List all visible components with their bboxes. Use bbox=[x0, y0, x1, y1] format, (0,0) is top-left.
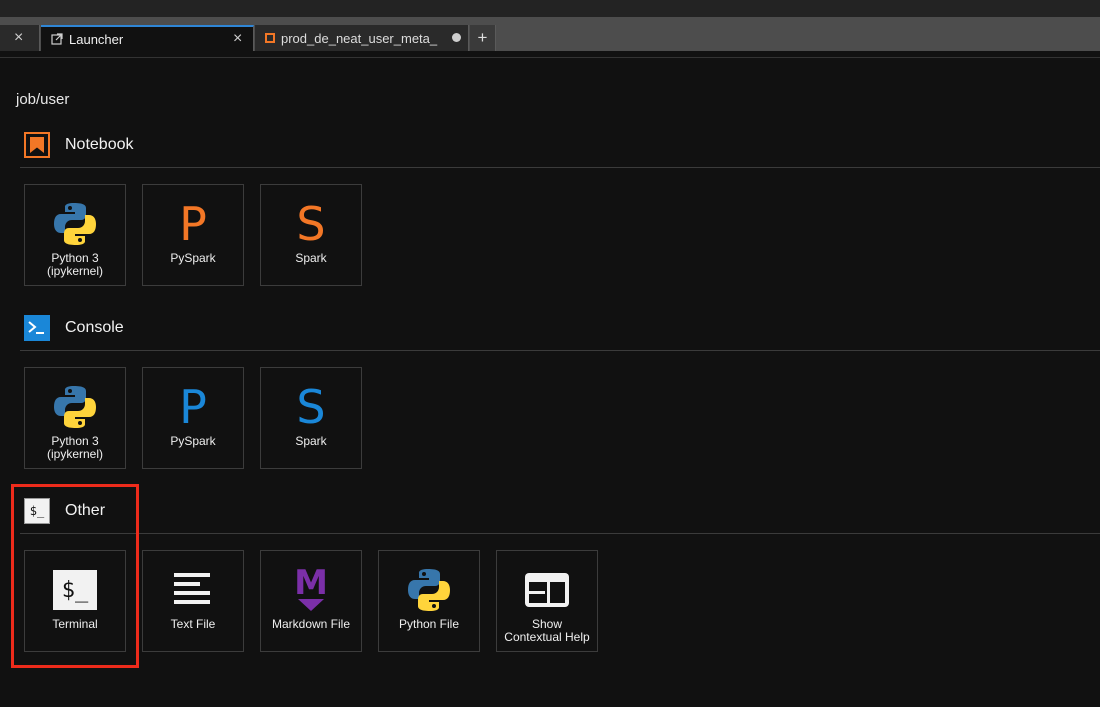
python-logo-icon bbox=[54, 203, 96, 245]
tab-notebook-label: prod_de_neat_user_meta_ bbox=[281, 30, 438, 46]
python-file-card[interactable]: Python File bbox=[378, 550, 480, 652]
tab-notebook[interactable]: prod_de_neat_user_meta_ bbox=[255, 25, 469, 51]
spark-console-icon: S bbox=[296, 380, 326, 434]
console-spark-card[interactable]: S Spark bbox=[260, 367, 362, 469]
section-console-title: Console bbox=[65, 319, 124, 336]
markdown-icon: M bbox=[294, 563, 328, 612]
section-divider bbox=[20, 167, 1100, 168]
card-label: Text File bbox=[170, 617, 216, 631]
section-console-header: Console bbox=[24, 315, 124, 341]
card-label: Spark bbox=[295, 434, 327, 448]
markdown-file-card[interactable]: M Markdown File bbox=[260, 550, 362, 652]
section-notebook-header: Notebook bbox=[24, 132, 134, 158]
markdown-icon-letter: M bbox=[294, 563, 328, 603]
card-label: Python 3 (ipykernel) bbox=[46, 251, 103, 278]
tab-bar-divider bbox=[0, 57, 1100, 58]
card-label: Spark bbox=[295, 251, 327, 265]
section-divider bbox=[20, 350, 1100, 351]
card-label: Python 3 (ipykernel) bbox=[46, 434, 103, 461]
external-launch-icon bbox=[51, 33, 63, 45]
pyspark-console-icon: P bbox=[179, 380, 207, 434]
text-file-card[interactable]: Text File bbox=[142, 550, 244, 652]
section-divider bbox=[20, 533, 1100, 534]
notebook-section-icon bbox=[24, 132, 50, 158]
notebook-pyspark-card[interactable]: P PySpark bbox=[142, 184, 244, 286]
unsaved-dot-icon[interactable] bbox=[452, 33, 461, 42]
python-logo-icon bbox=[408, 569, 450, 611]
contextual-help-icon bbox=[525, 573, 569, 607]
annotation-highlight-box bbox=[11, 484, 139, 668]
python-logo-icon bbox=[54, 386, 96, 428]
card-label: Markdown File bbox=[271, 617, 351, 631]
notebook-tab-icon bbox=[265, 33, 275, 43]
markdown-arrow-icon bbox=[298, 599, 324, 611]
current-directory: job/user bbox=[16, 91, 70, 108]
tab-launcher[interactable]: Launcher × bbox=[41, 25, 254, 51]
card-label: PySpark bbox=[170, 434, 216, 448]
contextual-help-card[interactable]: Show Contextual Help bbox=[496, 550, 598, 652]
close-icon[interactable]: × bbox=[233, 30, 242, 48]
console-section-icon bbox=[24, 315, 50, 341]
close-icon[interactable]: × bbox=[14, 29, 23, 47]
tab-previous[interactable]: × bbox=[0, 25, 40, 51]
spark-notebook-icon: S bbox=[296, 197, 326, 251]
card-label: PySpark bbox=[170, 251, 216, 265]
text-file-icon bbox=[174, 573, 210, 604]
card-label: Python File bbox=[398, 617, 460, 631]
tab-launcher-label: Launcher bbox=[69, 31, 124, 47]
notebook-python3-card[interactable]: Python 3 (ipykernel) bbox=[24, 184, 126, 286]
tab-bar: × Launcher × prod_de_neat_user_meta_ + bbox=[0, 17, 1100, 51]
notebook-spark-card[interactable]: S Spark bbox=[260, 184, 362, 286]
card-label: Show Contextual Help bbox=[504, 617, 590, 644]
section-notebook-title: Notebook bbox=[65, 136, 134, 153]
console-pyspark-card[interactable]: P PySpark bbox=[142, 367, 244, 469]
window-top-bar bbox=[0, 0, 1100, 17]
console-python3-card[interactable]: Python 3 (ipykernel) bbox=[24, 367, 126, 469]
new-tab-button[interactable]: + bbox=[470, 25, 496, 51]
pyspark-notebook-icon: P bbox=[179, 197, 207, 251]
